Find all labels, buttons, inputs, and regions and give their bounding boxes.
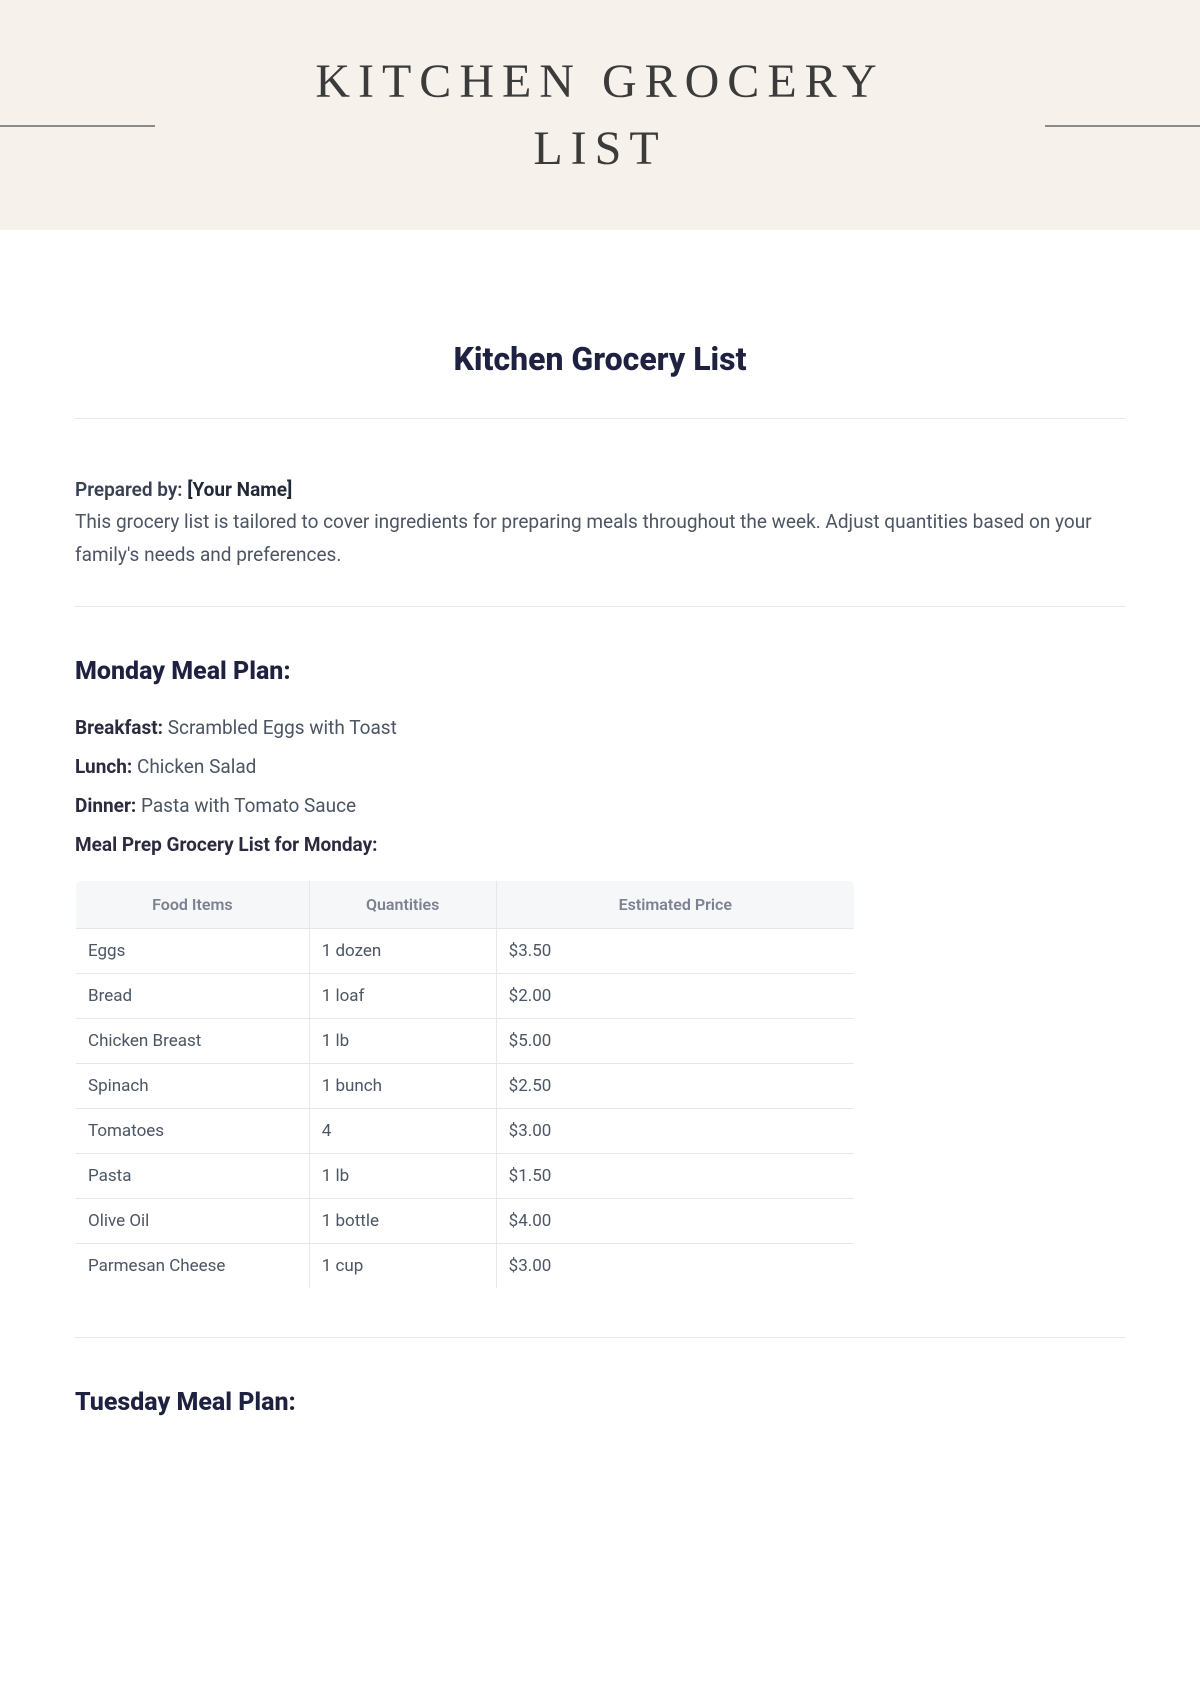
breakfast-label: Breakfast: bbox=[75, 716, 163, 739]
prepared-by-label: Prepared by: bbox=[75, 478, 187, 501]
tuesday-section: Tuesday Meal Plan: bbox=[75, 1338, 1125, 1417]
cell-qty: 1 cup bbox=[309, 1243, 496, 1288]
breakfast-value: Scrambled Eggs with Toast bbox=[163, 716, 397, 739]
table-row: Spinach 1 bunch $2.50 bbox=[76, 1063, 855, 1108]
cell-item: Pasta bbox=[76, 1153, 310, 1198]
table-row: Eggs 1 dozen $3.50 bbox=[76, 928, 855, 973]
monday-breakfast: Breakfast: Scrambled Eggs with Toast bbox=[75, 716, 1125, 739]
table-row: Tomatoes 4 $3.00 bbox=[76, 1108, 855, 1153]
cell-item: Tomatoes bbox=[76, 1108, 310, 1153]
cell-item: Eggs bbox=[76, 928, 310, 973]
cell-price: $3.50 bbox=[496, 928, 854, 973]
monday-section: Monday Meal Plan: Breakfast: Scrambled E… bbox=[75, 607, 1125, 1338]
cell-price: $2.50 bbox=[496, 1063, 854, 1108]
cell-price: $2.00 bbox=[496, 973, 854, 1018]
intro-block: Prepared by: [Your Name] This grocery li… bbox=[75, 419, 1125, 606]
cell-price: $3.00 bbox=[496, 1108, 854, 1153]
monday-grocery-table: Food Items Quantities Estimated Price Eg… bbox=[75, 880, 855, 1289]
table-row: Pasta 1 lb $1.50 bbox=[76, 1153, 855, 1198]
cell-price: $1.50 bbox=[496, 1153, 854, 1198]
intro-text: This grocery list is tailored to cover i… bbox=[75, 506, 1125, 571]
cell-price: $3.00 bbox=[496, 1243, 854, 1288]
lunch-label: Lunch: bbox=[75, 755, 132, 778]
page-title: Kitchen Grocery List bbox=[75, 340, 1125, 378]
cell-item: Parmesan Cheese bbox=[76, 1243, 310, 1288]
monday-dinner: Dinner: Pasta with Tomato Sauce bbox=[75, 794, 1125, 817]
cell-item: Olive Oil bbox=[76, 1198, 310, 1243]
col-estimated-price: Estimated Price bbox=[496, 880, 854, 928]
monday-lunch: Lunch: Chicken Salad bbox=[75, 755, 1125, 778]
col-food-items: Food Items bbox=[76, 880, 310, 928]
banner-title: KITCHEN GROCERY LIST bbox=[300, 48, 900, 182]
document-body: Kitchen Grocery List Prepared by: [Your … bbox=[0, 230, 1200, 1487]
cell-item: Spinach bbox=[76, 1063, 310, 1108]
banner: KITCHEN GROCERY LIST bbox=[0, 0, 1200, 230]
cell-qty: 1 dozen bbox=[309, 928, 496, 973]
monday-heading: Monday Meal Plan: bbox=[75, 657, 1125, 686]
cell-qty: 1 loaf bbox=[309, 973, 496, 1018]
table-row: Parmesan Cheese 1 cup $3.00 bbox=[76, 1243, 855, 1288]
cell-qty: 4 bbox=[309, 1108, 496, 1153]
table-header-row: Food Items Quantities Estimated Price bbox=[76, 880, 855, 928]
cell-qty: 1 lb bbox=[309, 1153, 496, 1198]
cell-qty: 1 lb bbox=[309, 1018, 496, 1063]
lunch-value: Chicken Salad bbox=[132, 755, 256, 778]
table-row: Chicken Breast 1 lb $5.00 bbox=[76, 1018, 855, 1063]
cell-item: Bread bbox=[76, 973, 310, 1018]
dinner-label: Dinner: bbox=[75, 794, 136, 817]
prepared-by-line: Prepared by: [Your Name] bbox=[75, 474, 1125, 506]
monday-table-label: Meal Prep Grocery List for Monday: bbox=[75, 833, 1125, 856]
table-row: Olive Oil 1 bottle $4.00 bbox=[76, 1198, 855, 1243]
table-row: Bread 1 loaf $2.00 bbox=[76, 973, 855, 1018]
cell-price: $5.00 bbox=[496, 1018, 854, 1063]
cell-qty: 1 bunch bbox=[309, 1063, 496, 1108]
col-quantities: Quantities bbox=[309, 880, 496, 928]
prepared-by-value: [Your Name] bbox=[187, 478, 292, 501]
cell-item: Chicken Breast bbox=[76, 1018, 310, 1063]
cell-qty: 1 bottle bbox=[309, 1198, 496, 1243]
cell-price: $4.00 bbox=[496, 1198, 854, 1243]
tuesday-heading: Tuesday Meal Plan: bbox=[75, 1388, 1125, 1417]
dinner-value: Pasta with Tomato Sauce bbox=[136, 794, 356, 817]
